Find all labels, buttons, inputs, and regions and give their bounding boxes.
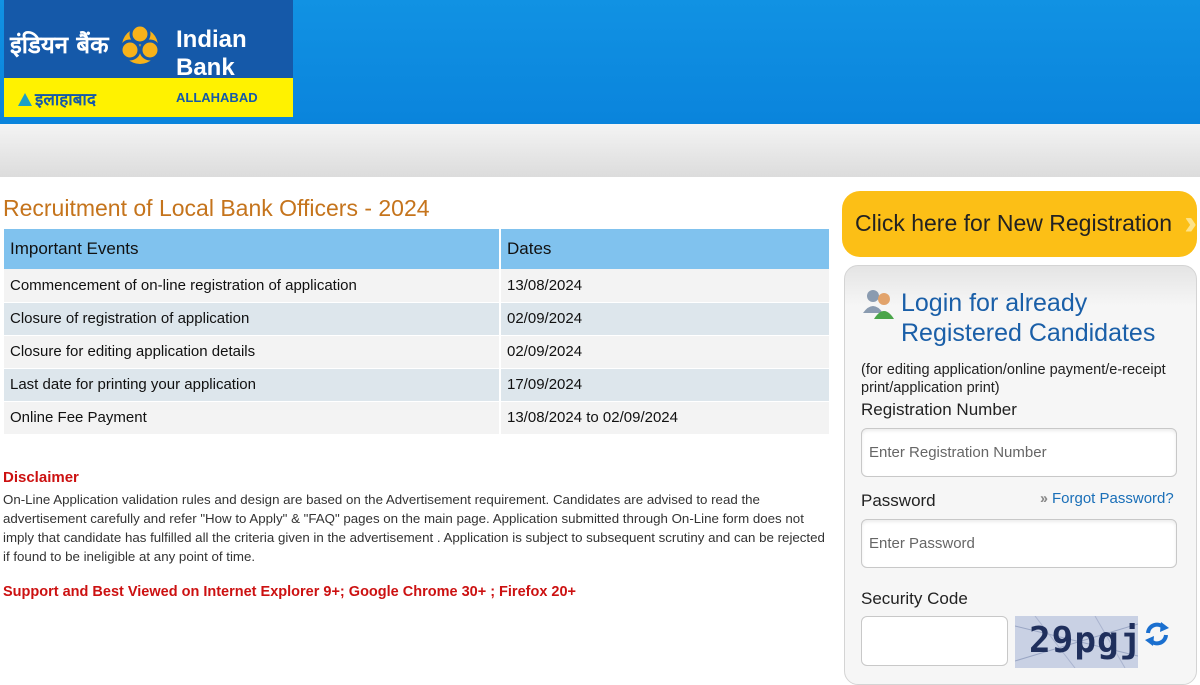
forgot-password-link[interactable]: ›› Forgot Password? [1040, 490, 1174, 507]
registration-number-label: Registration Number [861, 400, 1017, 419]
double-chevron-right-icon: ›› [1184, 204, 1196, 242]
login-subtitle: (for editing application/online payment/… [861, 362, 1166, 396]
double-chevron-right-icon: ›› [1040, 490, 1048, 507]
event-cell: Last date for printing your application [4, 368, 501, 402]
refresh-icon[interactable] [1143, 620, 1171, 648]
bank-logo[interactable]: इंडियन बैंक Indian Bank इलाहाबाद ALLAHAB… [4, 0, 293, 117]
indian-bank-emblem-icon [119, 23, 161, 64]
column-header-dates: Dates [500, 229, 831, 269]
allahabad-triangle-icon [18, 93, 32, 106]
date-cell: 02/09/2024 [500, 335, 831, 369]
captcha-text: 29pgj [1029, 620, 1138, 661]
logo-english-text: Indian Bank [176, 26, 247, 81]
logo-bottom-band: इलाहाबाद ALLAHABAD [4, 78, 293, 117]
password-label: Password [861, 491, 936, 510]
nav-bar [0, 124, 1200, 177]
column-header-events: Important Events [4, 229, 501, 269]
login-title: Login for already Registered Candidates [901, 289, 1156, 347]
new-registration-button[interactable]: Click here for New Registration ›› [842, 191, 1197, 257]
event-cell: Commencement of on-line registration of … [4, 269, 501, 303]
registration-number-input[interactable] [861, 428, 1177, 477]
table-row: Online Fee Payment 13/08/2024 to 02/09/2… [4, 401, 831, 435]
security-code-input[interactable] [861, 616, 1008, 666]
table-row: Closure for editing application details … [4, 335, 831, 369]
logo-top-band: इंडियन बैंक Indian Bank [4, 0, 293, 81]
table-row: Closure of registration of application 0… [4, 302, 831, 336]
logo-hindi-text: इंडियन बैंक [10, 31, 109, 59]
logo-allahabad-hindi-text: इलाहाबाद [35, 90, 96, 110]
date-cell: 02/09/2024 [500, 302, 831, 336]
event-cell: Closure for editing application details [4, 335, 501, 369]
browser-support-notice: Support and Best Viewed on Internet Expl… [3, 584, 577, 600]
site-header: इंडियन बैंक Indian Bank इलाहाबाद ALLAHAB… [0, 0, 1200, 124]
important-events-table: Important Events Dates Commencement of o… [4, 229, 831, 435]
disclaimer-text: On-Line Application validation rules and… [3, 492, 825, 564]
page-title: Recruitment of Local Bank Officers - 202… [3, 195, 430, 221]
captcha-image: 29pgj [1015, 616, 1138, 668]
date-cell: 13/08/2024 [500, 269, 831, 303]
users-icon [863, 290, 894, 319]
table-row: Commencement of on-line registration of … [4, 269, 831, 303]
table-header-row: Important Events Dates [4, 229, 831, 269]
table-row: Last date for printing your application … [4, 368, 831, 402]
event-cell: Closure of registration of application [4, 302, 501, 336]
logo-allahabad-english: ALLAHABAD [176, 90, 258, 105]
event-cell: Online Fee Payment [4, 401, 501, 435]
date-cell: 13/08/2024 to 02/09/2024 [500, 401, 831, 435]
disclaimer-title: Disclaimer [3, 469, 79, 486]
password-input[interactable] [861, 519, 1177, 568]
logo-allahabad-hindi: इलाहाबाद [18, 87, 96, 110]
forgot-password-text: Forgot Password? [1052, 490, 1174, 507]
security-code-label: Security Code [861, 589, 968, 608]
date-cell: 17/09/2024 [500, 368, 831, 402]
new-registration-label: Click here for New Registration [855, 210, 1173, 236]
